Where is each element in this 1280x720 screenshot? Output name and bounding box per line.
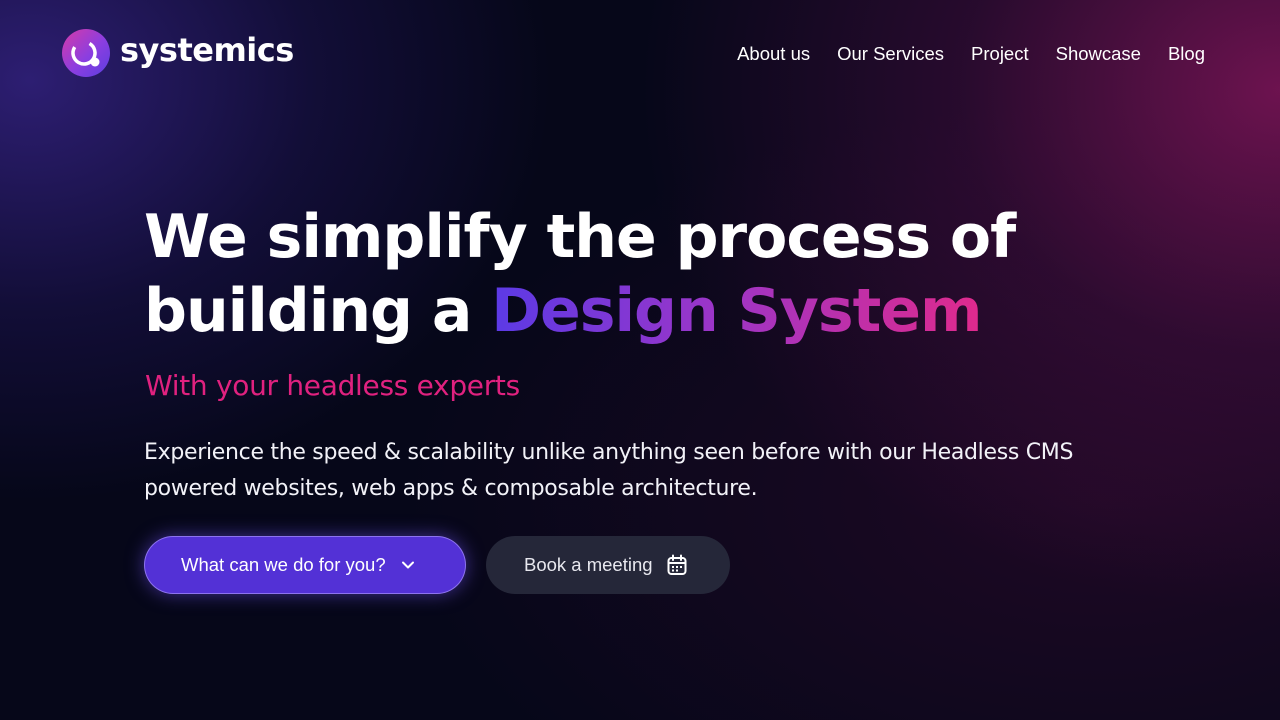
what-can-we-do-label: What can we do for you? [181, 554, 386, 575]
calendar-icon [665, 553, 689, 577]
headline-highlight: Design System [491, 276, 982, 346]
systemics-logo-icon [62, 29, 110, 77]
book-meeting-button[interactable]: Book a meeting [486, 536, 730, 594]
hero-headline: We simplify the process of building a De… [144, 200, 1144, 348]
hero-subheadline: With your headless experts [145, 369, 520, 402]
landing-page: systemics About us Our Services Project … [0, 0, 1280, 720]
chevron-down-icon [400, 557, 416, 573]
nav-item-our-services[interactable]: Our Services [837, 42, 944, 66]
nav-item-showcase[interactable]: Showcase [1056, 42, 1141, 66]
brand-name: systemics [120, 31, 294, 69]
book-meeting-label: Book a meeting [524, 554, 653, 575]
nav-item-about-us[interactable]: About us [737, 42, 810, 66]
hero-description: Experience the speed & scalability unlik… [144, 440, 1074, 501]
headline-line-1: We simplify the process of [144, 202, 1016, 272]
main-nav: About us Our Services Project Showcase B… [737, 42, 1205, 66]
brand-logo[interactable]: systemics [62, 29, 294, 77]
nav-item-blog[interactable]: Blog [1168, 42, 1205, 66]
nav-item-project[interactable]: Project [971, 42, 1029, 66]
what-can-we-do-button[interactable]: What can we do for you? [144, 536, 466, 594]
headline-line-2-prefix: building a [144, 276, 492, 346]
